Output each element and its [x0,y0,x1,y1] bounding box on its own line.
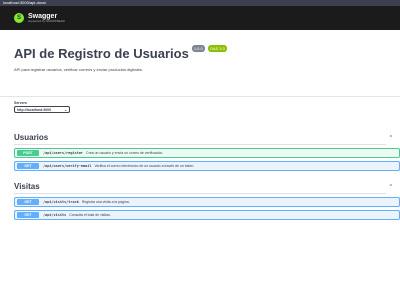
operation-path: /api/visits/track [43,200,79,204]
operation-summary: Consulta el total de visitas. [69,213,111,217]
method-badge: GET [17,163,39,169]
swagger-topbar: S Swagger supported by SMARTBEAR [0,6,400,30]
tag-header-visitas[interactable]: Visitas ^ [14,182,392,194]
main-area: API de Registro de Usuarios 1.0.0 OAS 3.… [0,30,400,121]
version-badge: 1.0.0 [191,45,205,52]
swagger-logo[interactable]: S Swagger supported by SMARTBEAR [14,13,65,23]
server-select[interactable]: http://localhost:3000 ⌄ [14,106,70,113]
operation-summary: Registra una visita a la página. [81,200,130,204]
operation-path: /api/users/verify-email [43,164,92,168]
browser-tab-bar: localhost:3000/api-docs/ [0,0,400,6]
chevron-up-icon: ^ [389,183,392,190]
chevron-up-icon: ^ [389,134,392,141]
api-info: API de Registro de Usuarios 1.0.0 OAS 3.… [14,30,386,96]
operation-get-visits-track[interactable]: GET /api/visits/track Registra una visit… [14,197,400,207]
method-badge: POST [17,150,39,156]
page-title: API de Registro de Usuarios [14,46,189,61]
operations-area: Usuarios ^ POST /api/users/register Crea… [0,121,400,300]
server-select-value: http://localhost:3000 [17,107,52,112]
operation-path: /api/users/register [43,151,84,155]
servers-section: Servers http://localhost:3000 ⌄ [0,96,400,121]
chevron-down-icon: ⌄ [64,107,67,112]
operation-path: /api/visits [43,213,67,217]
operation-summary: Verifica el correo electrónico de un usu… [94,164,195,168]
servers-label: Servers [14,101,27,105]
browser-tab-title[interactable]: localhost:3000/api-docs/ [3,0,46,6]
method-badge: GET [17,199,39,205]
operation-get-visits[interactable]: GET /api/visits Consulta el total de vis… [14,210,400,220]
tag-header-usuarios[interactable]: Usuarios ^ [14,133,392,145]
tag-name: Visitas [14,182,40,191]
api-description: API para registrar usuarios, verificar c… [14,67,143,72]
operation-summary: Crea un usuario y envía un correo de ver… [86,151,164,155]
oas-badge: OAS 3.0 [207,45,227,52]
method-badge: GET [17,212,39,218]
swagger-logo-icon: S [14,13,24,23]
operation-get-verify-email[interactable]: GET /api/users/verify-email Verifica el … [14,161,400,171]
operation-post-register[interactable]: POST /api/users/register Crea un usuario… [14,148,400,158]
logo-subtitle: supported by SMARTBEAR [28,19,65,23]
tag-name: Usuarios [14,133,49,142]
